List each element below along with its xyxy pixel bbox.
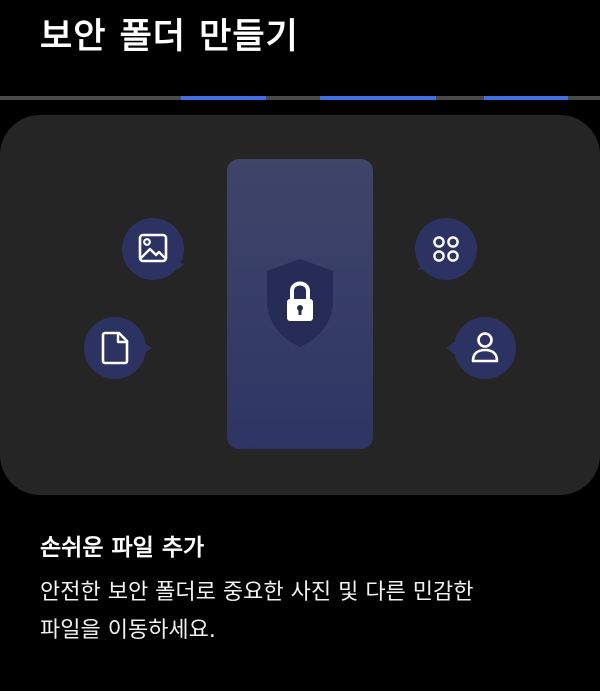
illustration-card — [0, 115, 600, 495]
person-icon — [454, 317, 516, 379]
progress-segment-1 — [0, 96, 46, 100]
document-icon — [84, 317, 152, 379]
progress-segment-4 — [436, 96, 484, 100]
progress-segment-5 — [484, 96, 568, 100]
feature-heading: 손쉬운 파일 추가 — [40, 535, 205, 561]
page-progress-indicator — [0, 96, 600, 100]
progress-segment-2 — [181, 96, 266, 100]
phone-illustration — [227, 159, 373, 449]
feature-description-line-2: 파일을 이동하세요. — [40, 618, 216, 643]
feature-description-line-1: 안전한 보안 폴더로 중요한 사진 및 다른 민감한 — [40, 580, 474, 605]
feature-description: 안전한 보안 폴더로 중요한 사진 및 다른 민감한 파일을 이동하세요. — [40, 574, 560, 650]
image-icon — [122, 218, 184, 280]
apps-grid-icon — [415, 218, 477, 280]
page-title: 보안 폴더 만들기 — [40, 17, 299, 57]
person-icon-pointer — [446, 341, 456, 355]
shield-lock-icon — [267, 259, 333, 347]
progress-segment-3 — [320, 96, 436, 100]
